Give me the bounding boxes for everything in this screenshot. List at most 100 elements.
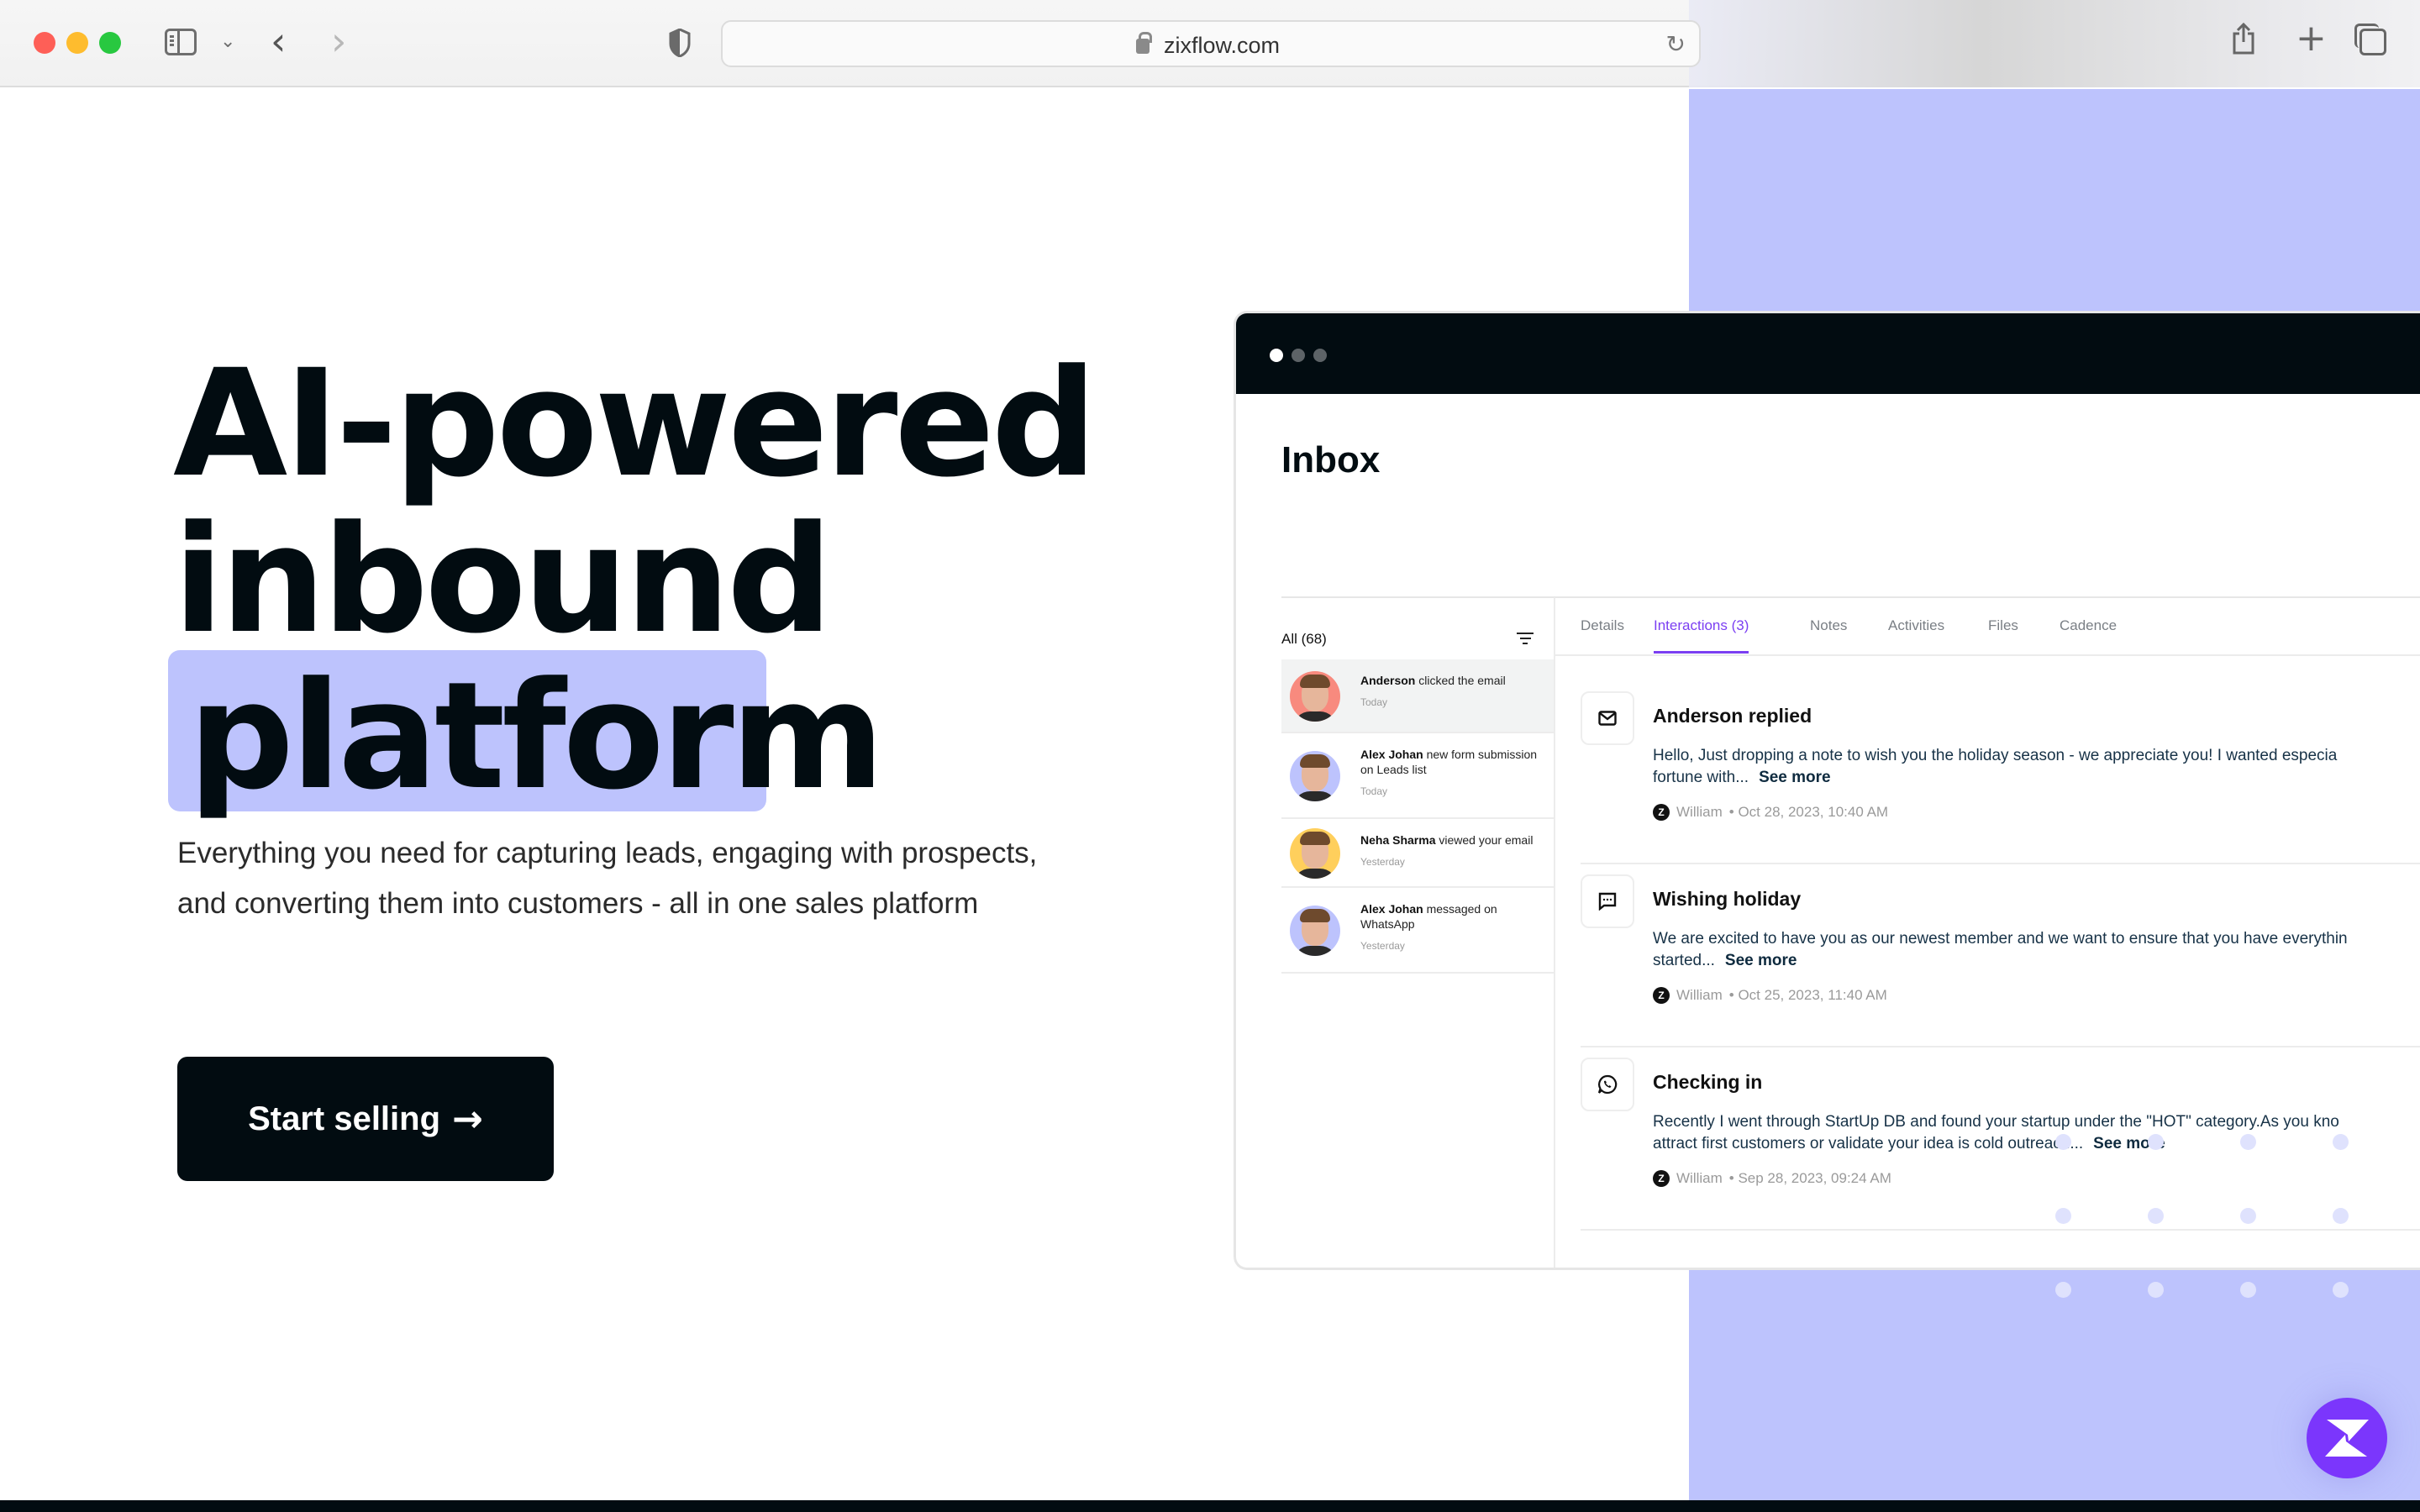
avatar bbox=[1290, 751, 1340, 801]
mockup-titlebar bbox=[1236, 313, 2420, 394]
interaction-body: We are excited to have you as our newest… bbox=[1653, 928, 2420, 972]
filter-icon[interactable] bbox=[1517, 633, 1534, 644]
hero-title-line-1: AI-powered bbox=[173, 338, 1097, 510]
author-avatar-icon: Z bbox=[1653, 804, 1670, 821]
hero-title: AI-powered inbound platform bbox=[173, 346, 1097, 815]
inbox-mockup: Inbox All (68) Anderson clicked the emai… bbox=[1234, 311, 2420, 1270]
interaction-body: Recently I went through StartUp DB and f… bbox=[1653, 1111, 2420, 1155]
tab-overview-icon[interactable] bbox=[2354, 24, 2386, 55]
conversation-time: Today bbox=[1360, 785, 1388, 797]
chevron-down-icon[interactable]: ⌄ bbox=[220, 30, 235, 52]
interaction-card: Anderson replied Hello, Just dropping a … bbox=[1581, 691, 2420, 864]
decorative-dot bbox=[2333, 1282, 2349, 1298]
tab-activities[interactable]: Activities bbox=[1888, 617, 1944, 651]
window-dot-icon bbox=[1313, 349, 1327, 362]
tab-cadence[interactable]: Cadence bbox=[2060, 617, 2117, 651]
contact-name: Alex Johan bbox=[1360, 902, 1423, 916]
interaction-author: William bbox=[1676, 804, 1723, 820]
decorative-dot bbox=[2055, 1208, 2071, 1224]
contact-name: Neha Sharma bbox=[1360, 833, 1436, 847]
bottom-bar bbox=[0, 1500, 2420, 1512]
window-dot-icon bbox=[1270, 349, 1283, 362]
conversation-list-item[interactable]: Alex Johan new form submission on Leads … bbox=[1281, 733, 1554, 819]
hero-title-highlighted-word: platform bbox=[188, 650, 885, 822]
interaction-body-line-2: started... bbox=[1653, 952, 1715, 969]
interaction-title: Anderson replied bbox=[1653, 705, 1812, 727]
contact-name: Anderson bbox=[1360, 674, 1416, 687]
privacy-shield-icon[interactable] bbox=[669, 29, 691, 57]
sidebar-toggle-icon[interactable] bbox=[165, 29, 197, 55]
interaction-body-line-2: fortune with... bbox=[1653, 769, 1749, 786]
tab-interactions[interactable]: Interactions (3) bbox=[1654, 617, 1749, 654]
conversation-list-item[interactable]: Alex Johan messaged on WhatsApp Yesterda… bbox=[1281, 888, 1554, 974]
interaction-body-line-1: Hello, Just dropping a note to wish you … bbox=[1653, 747, 2338, 764]
decorative-dot bbox=[2333, 1208, 2349, 1224]
new-tab-icon[interactable]: + bbox=[2296, 17, 2327, 60]
conversation-summary: Alex Johan new form submission on Leads … bbox=[1360, 733, 1554, 799]
interaction-card: Checking in Recently I went through Star… bbox=[1581, 1058, 2420, 1231]
start-selling-button[interactable]: Start selling → bbox=[177, 1057, 554, 1181]
browser-toolbar: ⌄ ‹ › zixflow.com ↻ + bbox=[0, 0, 2420, 87]
url-text[interactable]: zixflow.com bbox=[723, 33, 1699, 59]
chat-icon bbox=[1581, 874, 1634, 928]
contact-action: viewed your email bbox=[1439, 833, 1534, 847]
chat-launcher-button[interactable] bbox=[2307, 1398, 2387, 1478]
arrow-right-icon: → bbox=[452, 1097, 483, 1141]
share-icon[interactable] bbox=[2232, 22, 2255, 55]
conversation-list: Anderson clicked the email Today Alex Jo… bbox=[1281, 659, 1554, 974]
decorative-dot bbox=[2240, 1208, 2256, 1224]
interaction-title: Checking in bbox=[1653, 1071, 1763, 1093]
author-avatar-icon: Z bbox=[1653, 987, 1670, 1004]
author-avatar-icon: Z bbox=[1653, 1170, 1670, 1187]
conversation-time: Yesterday bbox=[1360, 856, 1405, 868]
reload-icon[interactable]: ↻ bbox=[1666, 30, 1686, 58]
back-icon[interactable]: ‹ bbox=[271, 18, 286, 64]
interaction-author: William bbox=[1676, 987, 1723, 1003]
interaction-body-line-2: attract first customers or validate your… bbox=[1653, 1135, 2084, 1152]
hero-subtitle: Everything you need for capturing leads,… bbox=[177, 837, 1038, 920]
decorative-dot bbox=[2148, 1282, 2164, 1298]
list-filter-all[interactable]: All (68) bbox=[1281, 631, 1327, 648]
conversation-list-item[interactable]: Anderson clicked the email Today bbox=[1281, 659, 1554, 733]
see-more-link[interactable]: See more bbox=[1725, 952, 1797, 969]
interaction-date: • Oct 25, 2023, 11:40 AM bbox=[1728, 987, 1887, 1003]
avatar bbox=[1290, 828, 1340, 879]
conversation-list-item[interactable]: Neha Sharma viewed your email Yesterday bbox=[1281, 819, 1554, 888]
hero-title-line-2: inbound bbox=[173, 494, 833, 666]
mail-icon bbox=[1581, 691, 1634, 745]
see-more-link[interactable]: See more bbox=[1759, 769, 1831, 786]
decorative-dot bbox=[2240, 1134, 2256, 1150]
avatar bbox=[1290, 906, 1340, 956]
conversation-summary: Neha Sharma viewed your email Yesterday bbox=[1360, 819, 1538, 869]
whatsapp-icon bbox=[1581, 1058, 1634, 1111]
decorative-dot bbox=[2333, 1134, 2349, 1150]
interaction-body: Hello, Just dropping a note to wish you … bbox=[1653, 745, 2420, 789]
inbox-title: Inbox bbox=[1281, 439, 1381, 480]
contact-name: Alex Johan bbox=[1360, 748, 1423, 761]
tab-notes[interactable]: Notes bbox=[1810, 617, 1847, 651]
address-bar[interactable]: zixflow.com ↻ bbox=[721, 20, 1701, 67]
contact-action: clicked the email bbox=[1418, 674, 1506, 687]
interaction-meta: Z William • Oct 25, 2023, 11:40 AM bbox=[1653, 987, 1887, 1004]
tab-files[interactable]: Files bbox=[1988, 617, 2018, 651]
conversation-summary: Alex Johan messaged on WhatsApp Yesterda… bbox=[1360, 888, 1554, 953]
start-selling-label: Start selling bbox=[248, 1100, 441, 1137]
avatar bbox=[1290, 671, 1340, 722]
zoom-window-button[interactable] bbox=[99, 32, 121, 54]
column-divider bbox=[1554, 597, 1555, 1268]
interaction-author: William bbox=[1676, 1170, 1723, 1186]
minimize-window-button[interactable] bbox=[66, 32, 88, 54]
decorative-dot bbox=[2148, 1134, 2164, 1150]
tab-details[interactable]: Details bbox=[1581, 617, 1624, 651]
decorative-dot bbox=[2055, 1134, 2071, 1150]
close-window-button[interactable] bbox=[34, 32, 55, 54]
interaction-date: • Sep 28, 2023, 09:24 AM bbox=[1728, 1170, 1891, 1186]
zixflow-logo-icon bbox=[2325, 1420, 2369, 1457]
decorative-dot bbox=[2055, 1282, 2071, 1298]
interaction-date: • Oct 28, 2023, 10:40 AM bbox=[1728, 804, 1889, 820]
interaction-meta: Z William • Sep 28, 2023, 09:24 AM bbox=[1653, 1170, 1891, 1187]
forward-icon[interactable]: › bbox=[331, 18, 346, 64]
interaction-body-line-1: We are excited to have you as our newest… bbox=[1653, 930, 2348, 948]
interaction-card: Wishing holiday We are excited to have y… bbox=[1581, 874, 2420, 1047]
conversation-time: Today bbox=[1360, 696, 1388, 708]
